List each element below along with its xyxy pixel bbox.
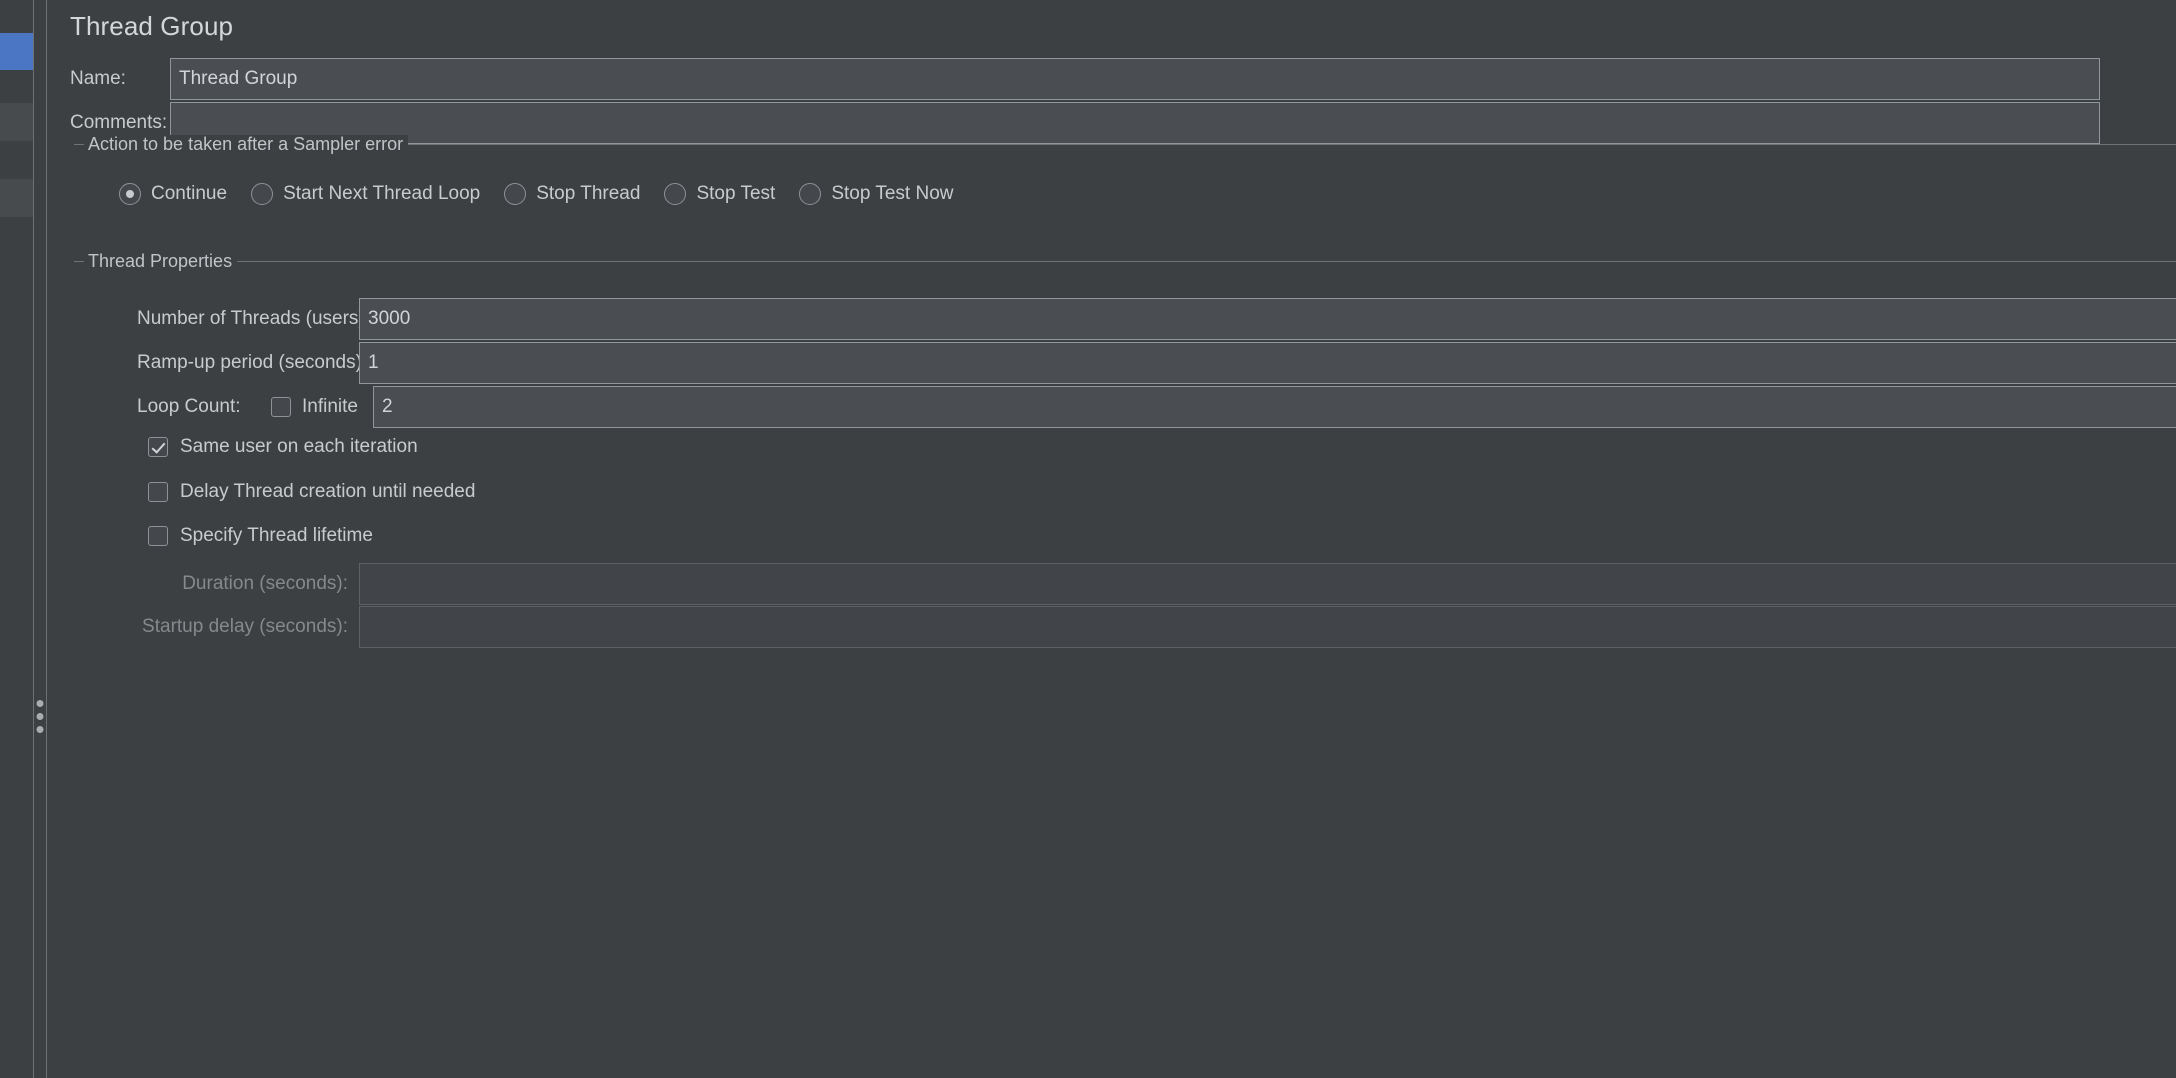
loop-count-input[interactable]: 2	[372, 386, 2176, 428]
radio-continue[interactable]: Continue	[119, 183, 227, 205]
drag-dot	[36, 713, 44, 720]
specify-thread-lifetime-label: Specify Thread lifetime	[180, 525, 373, 546]
radio-stop-test-now[interactable]: Stop Test Now	[799, 183, 953, 205]
checkbox-unchecked-icon[interactable]	[271, 397, 291, 417]
tree-row[interactable]	[0, 179, 33, 217]
loop-count-infinite-checkbox[interactable]: Infinite	[271, 396, 358, 418]
tree-row-selected[interactable]	[0, 33, 33, 70]
tree-row[interactable]	[0, 217, 33, 1078]
radio-start-next-thread-loop[interactable]: Start Next Thread Loop	[251, 183, 480, 205]
number-of-threads-input[interactable]: 3000	[359, 298, 2176, 340]
ramp-up-period-input[interactable]: 1	[359, 342, 2176, 384]
duration-input	[359, 563, 2176, 605]
checkbox-checked-icon[interactable]	[148, 437, 168, 457]
loop-count-row: Loop Count: Infinite 2	[137, 386, 2176, 428]
sampler-error-legend: Action to be taken after a Sampler error	[84, 135, 409, 154]
checkbox-unchecked-icon[interactable]	[148, 482, 168, 502]
tree-row[interactable]	[0, 141, 33, 179]
radio-stop-test-now-label: Stop Test Now	[831, 183, 954, 204]
thread-properties-groupbox: Thread Properties Number of Threads (use…	[74, 252, 2176, 672]
radio-continue-label: Continue	[151, 183, 228, 204]
delay-thread-creation-checkbox[interactable]: Delay Thread creation until needed	[148, 477, 475, 507]
radio-selected-icon[interactable]	[119, 183, 141, 205]
name-label: Name:	[70, 68, 126, 89]
duration-label: Duration (seconds):	[182, 573, 348, 594]
test-plan-tree-panel[interactable]	[0, 0, 33, 1078]
specify-thread-lifetime-checkbox[interactable]: Specify Thread lifetime	[148, 521, 373, 551]
drag-dot	[36, 700, 44, 707]
number-of-threads-label: Number of Threads (users):	[137, 308, 371, 329]
radio-stop-thread-label: Stop Thread	[536, 183, 641, 204]
number-of-threads-row: Number of Threads (users): 3000	[137, 298, 2176, 340]
page-title: Thread Group	[70, 11, 234, 41]
jmeter-thread-group-window: Thread Group Name: Thread Group Comments…	[0, 0, 2176, 1078]
duration-row: Duration (seconds):	[137, 563, 2176, 605]
radio-unselected-icon[interactable]	[504, 183, 527, 205]
tree-row[interactable]	[0, 103, 33, 141]
delay-thread-creation-label: Delay Thread creation until needed	[180, 481, 476, 502]
radio-unselected-icon[interactable]	[664, 183, 687, 205]
startup-delay-row: Startup delay (seconds):	[137, 606, 2176, 648]
startup-delay-input	[359, 606, 2176, 648]
radio-stop-thread[interactable]: Stop Thread	[504, 183, 640, 205]
thread-group-detail-pane: Thread Group Name: Thread Group Comments…	[47, 0, 2176, 1078]
ramp-up-period-row: Ramp-up period (seconds): 1	[137, 342, 2176, 384]
radio-unselected-icon[interactable]	[799, 183, 822, 205]
radio-stop-test[interactable]: Stop Test	[664, 183, 775, 205]
radio-unselected-icon[interactable]	[251, 183, 274, 205]
comments-label: Comments:	[70, 112, 168, 133]
same-user-on-each-iteration-label: Same user on each iteration	[180, 436, 418, 457]
tree-row[interactable]	[0, 0, 33, 33]
tree-row[interactable]	[0, 70, 33, 103]
drag-dots-icon[interactable]	[36, 700, 44, 733]
panel-splitter[interactable]	[33, 0, 47, 1078]
radio-stop-test-label: Stop Test	[696, 183, 776, 204]
same-user-on-each-iteration-checkbox[interactable]: Same user on each iteration	[148, 432, 418, 462]
loop-count-label: Loop Count:	[137, 396, 241, 417]
drag-dot	[36, 726, 44, 733]
name-row: Name: Thread Group	[70, 58, 2176, 100]
ramp-up-period-label: Ramp-up period (seconds):	[137, 352, 368, 373]
checkbox-unchecked-icon[interactable]	[148, 526, 168, 546]
startup-delay-label: Startup delay (seconds):	[142, 616, 348, 637]
name-input[interactable]: Thread Group	[170, 58, 2100, 100]
radio-start-next-thread-loop-label: Start Next Thread Loop	[283, 183, 481, 204]
sampler-error-groupbox: Action to be taken after a Sampler error…	[74, 135, 2176, 230]
thread-properties-legend: Thread Properties	[84, 252, 238, 271]
loop-count-infinite-label: Infinite	[302, 396, 358, 417]
sampler-error-radio-group: Continue Start Next Thread Loop Stop Thr…	[119, 183, 977, 205]
groupbox-top-line	[74, 261, 2176, 262]
